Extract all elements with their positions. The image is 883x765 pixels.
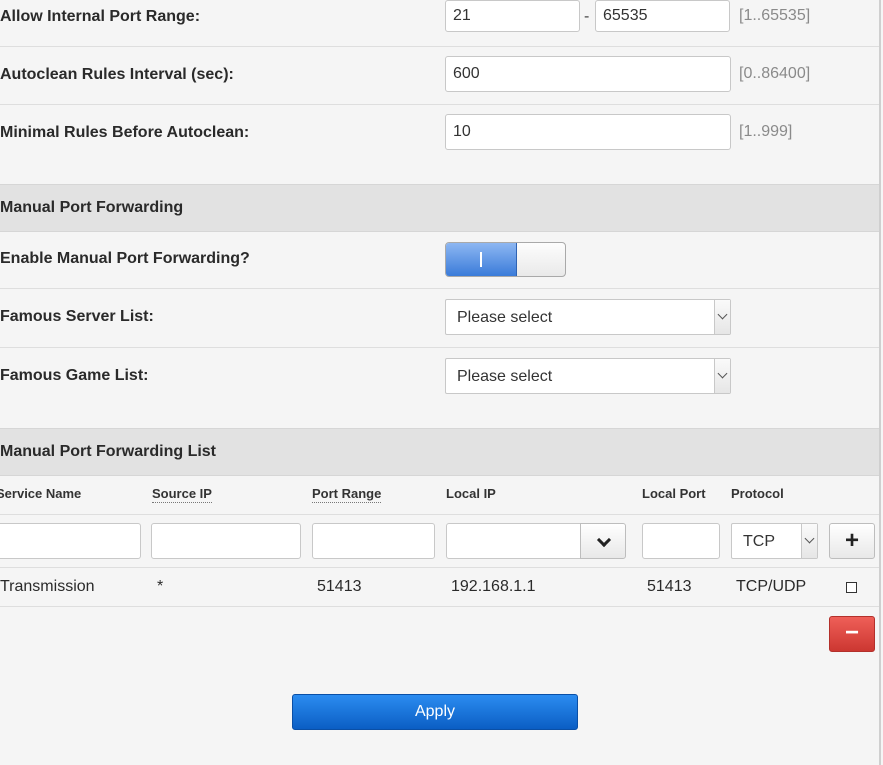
manual-port-forwarding-header: Manual Port Forwarding	[0, 184, 879, 232]
min-rules-input[interactable]	[445, 114, 731, 150]
server-list-select[interactable]: Please select	[445, 299, 731, 335]
local-port-input[interactable]	[642, 523, 720, 559]
port-range-from-input[interactable]	[445, 0, 580, 32]
chevron-down-icon	[714, 359, 730, 393]
row-min-rules: Minimal Rules Before Autoclean: [1..999]	[0, 104, 879, 184]
col-service-name: Service Name	[0, 486, 82, 501]
port-range-hint: [1..65535]	[739, 7, 811, 24]
col-local-port: Local Port	[642, 486, 706, 501]
forwarding-list-header: Manual Port Forwarding List	[0, 428, 879, 476]
remove-button[interactable]: −	[829, 616, 875, 652]
port-range-to-input[interactable]	[595, 0, 730, 32]
row-internal-port-range: Allow Internal Port Range: - [1..65535]	[0, 0, 879, 47]
row-select-checkbox[interactable]	[846, 582, 857, 593]
service-name-input[interactable]	[0, 523, 141, 559]
row-server-list: Famous Server List:	[0, 289, 879, 348]
internal-port-range-label: Allow Internal Port Range:	[0, 8, 201, 25]
chevron-down-icon	[714, 300, 730, 334]
row-service-name: Transmission	[0, 578, 95, 595]
local-ip-input[interactable]	[446, 523, 581, 559]
divider	[0, 514, 879, 515]
col-protocol: Protocol	[731, 486, 784, 501]
protocol-select[interactable]: TCP	[731, 523, 818, 559]
range-dash: -	[584, 8, 590, 25]
plus-icon: +	[844, 527, 859, 554]
game-list-select[interactable]: Please select	[445, 358, 731, 394]
game-list-value: Please select	[457, 368, 553, 385]
server-list-value: Please select	[457, 309, 553, 326]
settings-panel: Allow Internal Port Range: - [1..65535] …	[0, 0, 881, 765]
toggle-on-side	[446, 243, 517, 276]
autoclean-interval-label: Autoclean Rules Interval (sec):	[0, 66, 234, 83]
chevron-down-icon	[801, 524, 817, 558]
row-autoclean-interval: Autoclean Rules Interval (sec): [0..8640…	[0, 46, 879, 105]
chevron-down-icon	[596, 532, 612, 548]
enable-forwarding-label: Enable Manual Port Forwarding?	[0, 250, 250, 267]
source-ip-input[interactable]	[151, 523, 301, 559]
autoclean-interval-input[interactable]	[445, 56, 731, 92]
row-enable-forwarding: Enable Manual Port Forwarding?	[0, 231, 879, 289]
min-rules-hint: [1..999]	[739, 123, 793, 140]
port-range-input[interactable]	[312, 523, 435, 559]
col-source-ip: Source IP	[152, 486, 212, 503]
apply-button[interactable]: Apply	[292, 694, 578, 730]
row-local-port: 51413	[647, 578, 692, 595]
row-source-ip: *	[157, 578, 164, 595]
col-port-range: Port Range	[312, 486, 382, 503]
server-list-label: Famous Server List:	[0, 308, 154, 325]
add-button[interactable]: +	[829, 523, 875, 559]
toggle-on-indicator	[480, 252, 482, 267]
row-port-range: 51413	[317, 578, 362, 595]
enable-forwarding-toggle[interactable]	[445, 242, 566, 277]
game-list-label: Famous Game List:	[0, 367, 149, 384]
row-protocol: TCP/UDP	[736, 578, 807, 595]
minus-icon: −	[844, 619, 859, 646]
protocol-value: TCP	[743, 533, 775, 550]
min-rules-label: Minimal Rules Before Autoclean:	[0, 124, 250, 141]
col-local-ip: Local IP	[446, 486, 496, 501]
divider	[0, 567, 879, 568]
row-game-list: Famous Game List:	[0, 347, 879, 429]
row-local-ip: 192.168.1.1	[451, 578, 536, 595]
section-title: Manual Port Forwarding	[0, 199, 184, 216]
local-ip-dropdown-button[interactable]	[580, 523, 626, 559]
section-title: Manual Port Forwarding List	[0, 443, 217, 460]
divider	[0, 606, 879, 607]
autoclean-interval-hint: [0..86400]	[739, 65, 811, 82]
